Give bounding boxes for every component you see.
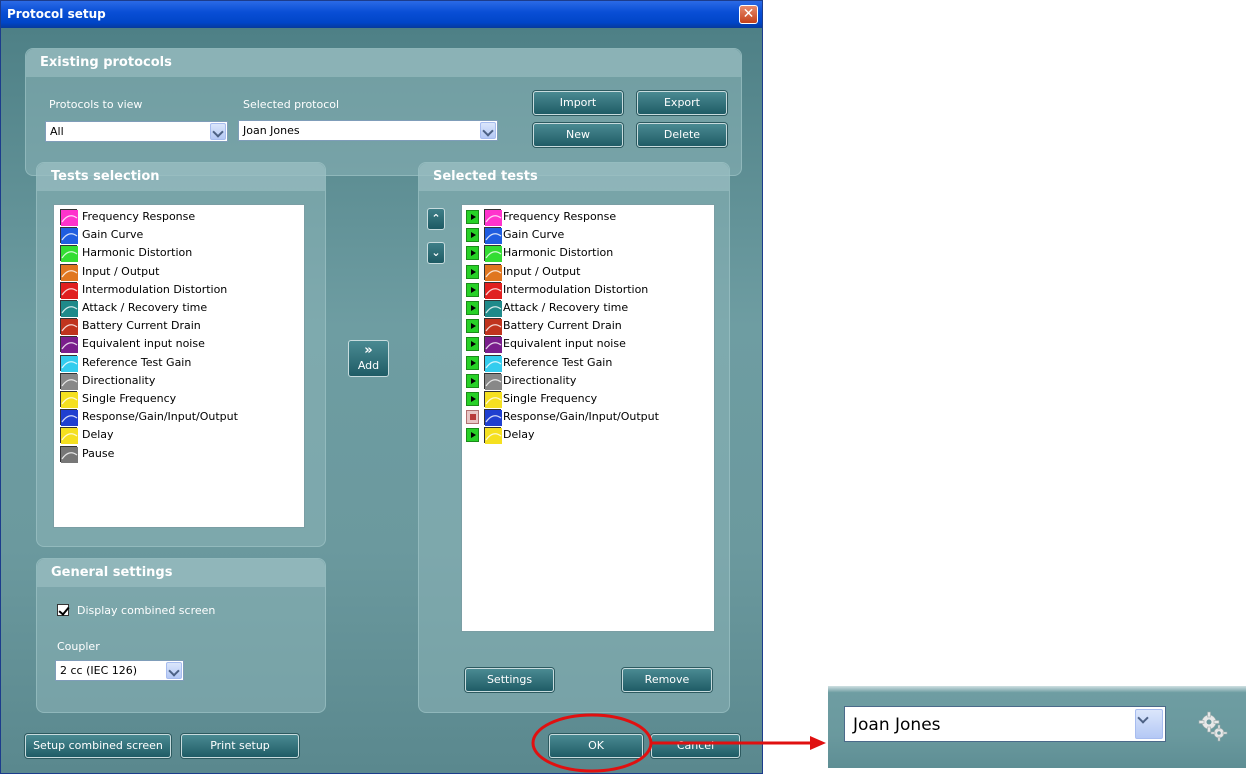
chevron-down-icon[interactable] [1135, 709, 1163, 739]
highlight-ellipse [531, 713, 653, 773]
zoom-protocol-value: Joan Jones [853, 715, 941, 735]
zoom-protocol-select[interactable]: Joan Jones [844, 706, 1166, 742]
zoom-inset: Joan Jones [828, 686, 1246, 768]
annotation-overlay [531, 713, 826, 773]
gear-icon[interactable] [1196, 710, 1228, 742]
callout-arrow-head [810, 736, 826, 750]
